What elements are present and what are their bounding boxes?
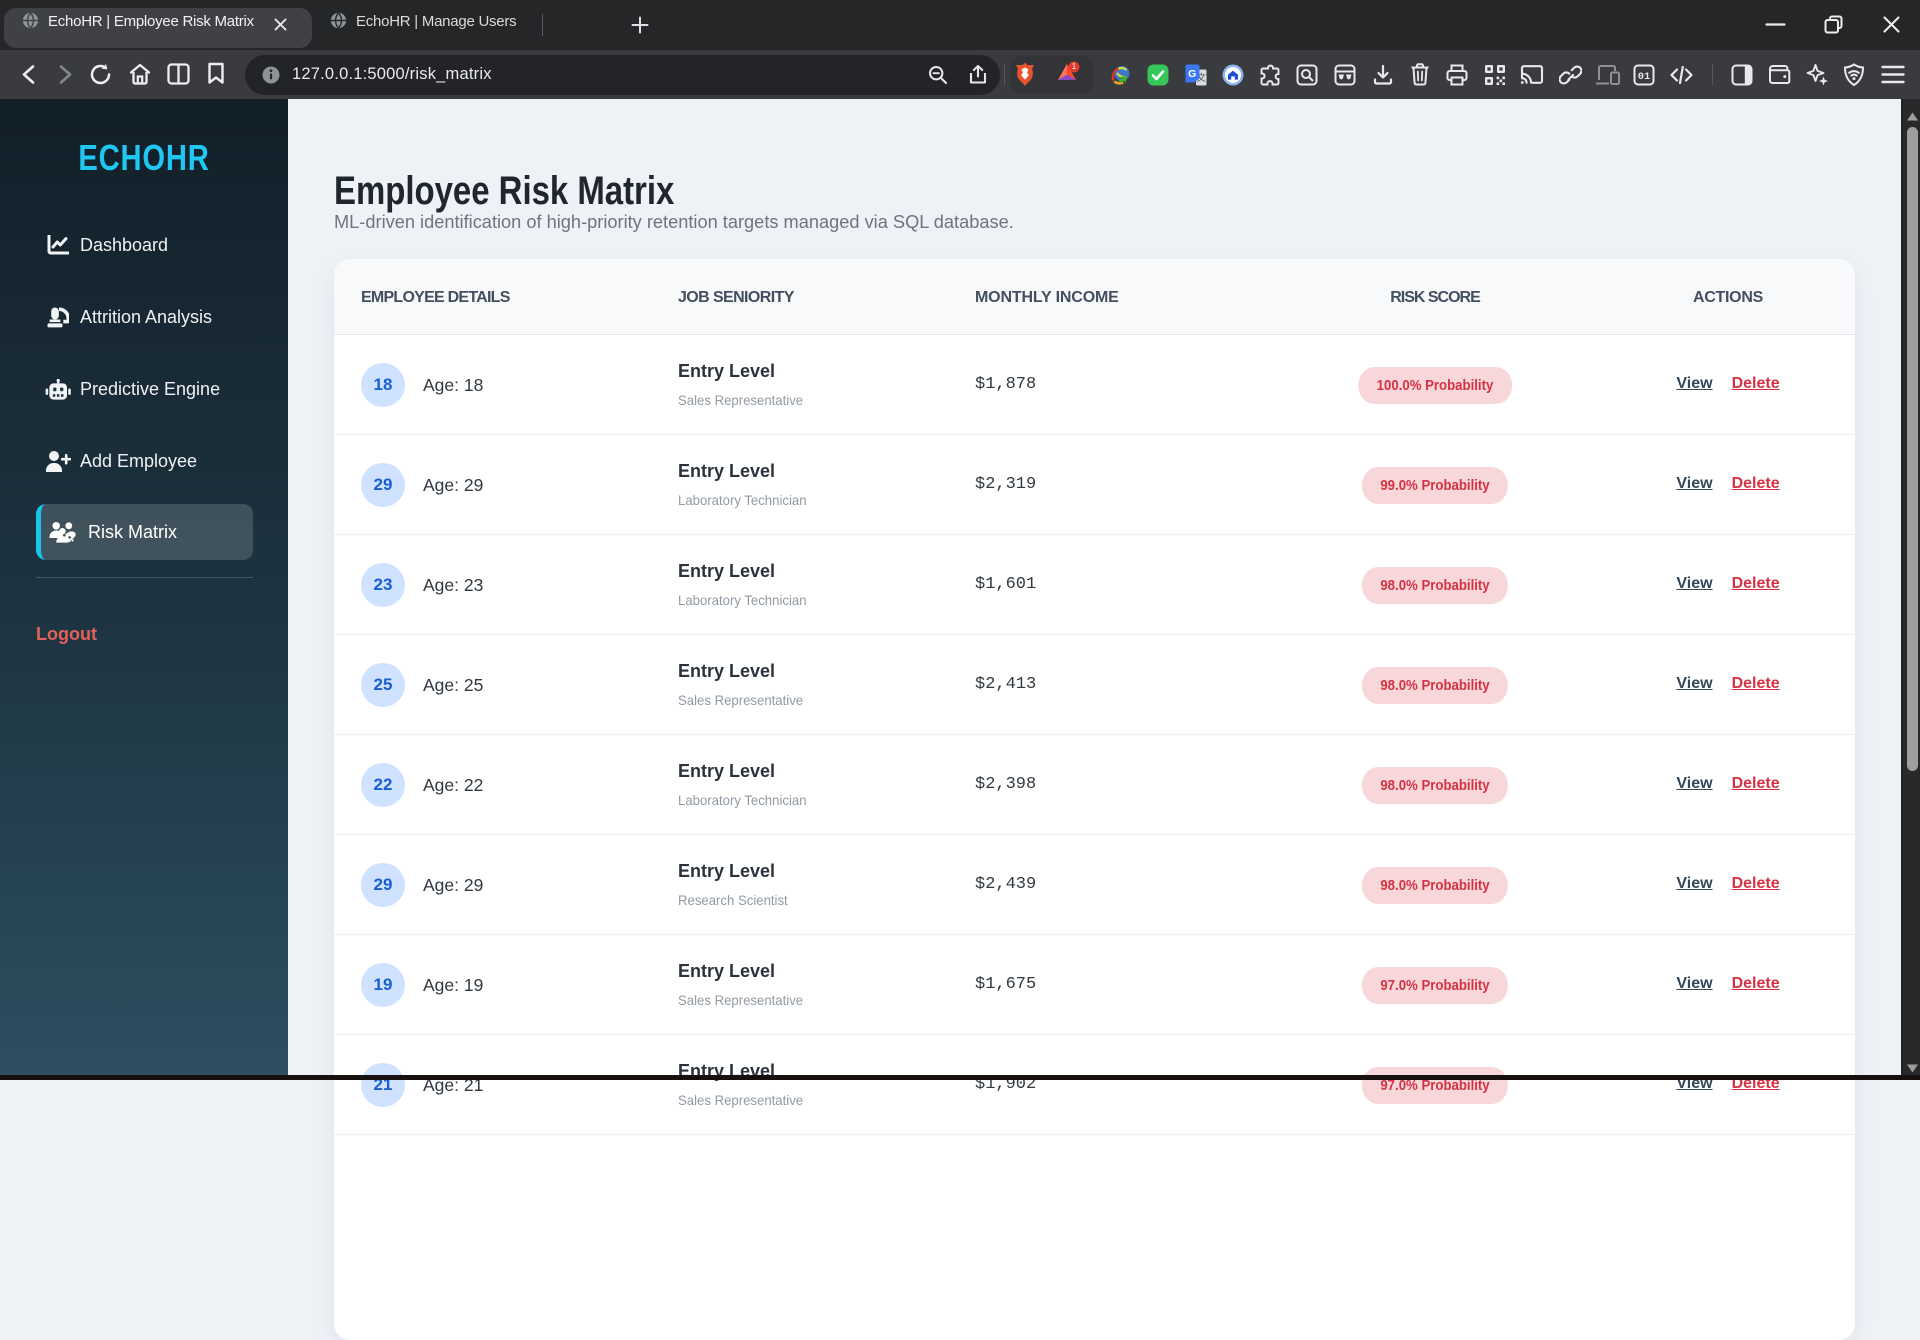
svg-text:01: 01 bbox=[1638, 71, 1651, 83]
svg-text:G: G bbox=[1188, 68, 1196, 80]
svg-text:1: 1 bbox=[1072, 62, 1077, 71]
